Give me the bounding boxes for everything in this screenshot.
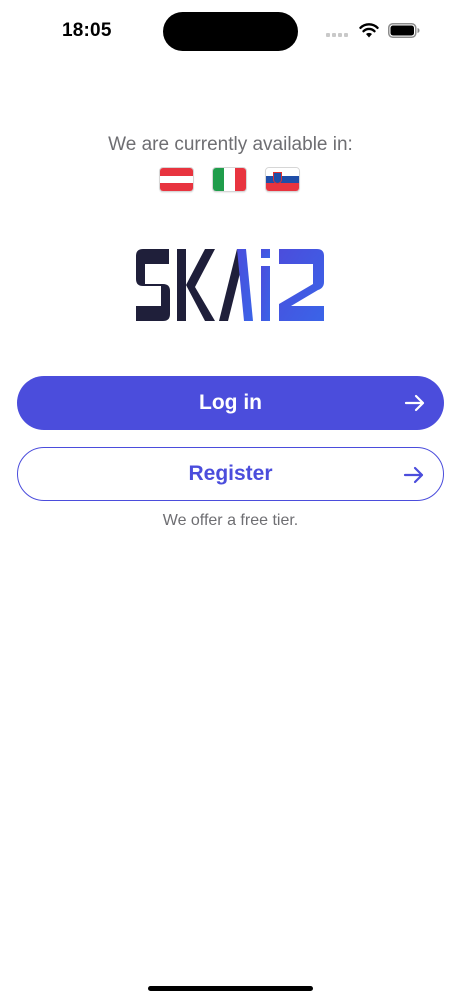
login-button-label: Log in	[199, 391, 262, 414]
arrow-right-icon	[403, 466, 424, 484]
availability-text: We are currently available in:	[108, 134, 353, 155]
italy-flag-icon	[212, 167, 247, 192]
home-indicator[interactable]	[148, 986, 313, 991]
wifi-icon	[359, 23, 379, 38]
free-tier-note: We offer a free tier.	[162, 512, 299, 529]
dynamic-island	[163, 12, 298, 51]
skai2-logo	[136, 249, 324, 321]
status-time: 18:05	[62, 20, 112, 41]
slovenia-flag-icon	[265, 167, 300, 192]
arrow-right-icon	[404, 394, 425, 412]
austria-flag-icon	[159, 167, 194, 192]
register-button[interactable]: Register	[17, 447, 444, 501]
country-flags	[159, 167, 300, 192]
cellular-signal-icon	[326, 33, 348, 37]
status-bar: 18:05	[0, 0, 461, 64]
battery-icon	[388, 23, 420, 38]
register-button-label: Register	[188, 462, 273, 485]
login-button[interactable]: Log in	[17, 376, 444, 430]
